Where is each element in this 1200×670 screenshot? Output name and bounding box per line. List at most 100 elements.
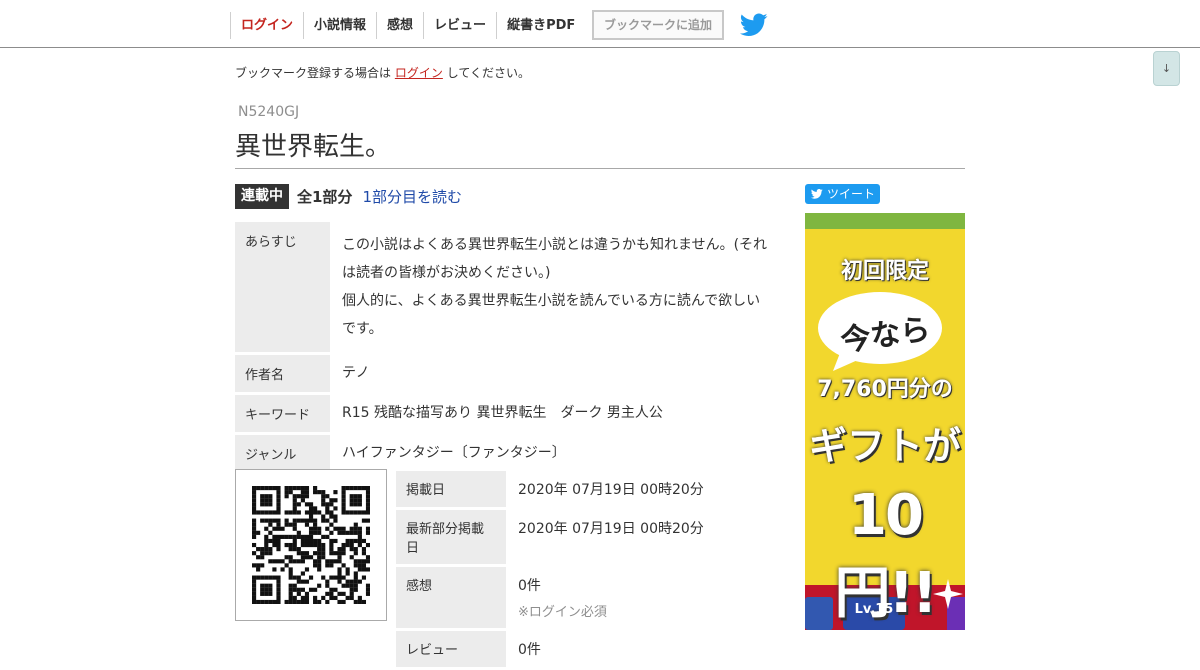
qr-module xyxy=(260,518,265,523)
qr-module xyxy=(353,571,358,576)
qr-module xyxy=(361,510,367,515)
qr-module xyxy=(337,526,342,531)
qr-module xyxy=(292,559,297,564)
review-count[interactable]: 0件 xyxy=(506,631,776,667)
read-first-part-link[interactable]: 1部分目を読む xyxy=(362,186,462,207)
qr-module xyxy=(252,563,257,568)
info-row-keywords: キーワード R15 残酷な描写あり 異世界転生 ダーク 男主人公 xyxy=(235,395,780,432)
qr-module xyxy=(365,494,370,499)
qr-module xyxy=(264,547,269,552)
title-divider xyxy=(235,168,965,169)
qr-module xyxy=(272,486,277,491)
qr-module xyxy=(321,514,326,519)
qr-module xyxy=(288,486,293,491)
qr-module xyxy=(288,547,293,552)
nav-login-link[interactable]: ログイン xyxy=(230,11,303,39)
qr-module xyxy=(337,547,342,552)
qr-module xyxy=(276,494,281,499)
qr-module xyxy=(264,510,269,515)
qr-module xyxy=(296,587,301,592)
qr-module xyxy=(264,498,269,503)
qr-module xyxy=(260,599,265,604)
top-navigation: ログイン 小説情報 感想 レビュー 縦書きPDF ブックマークに追加 xyxy=(0,0,1200,48)
qr-module xyxy=(333,526,338,531)
qr-module xyxy=(361,599,367,604)
qr-module xyxy=(325,559,330,564)
qr-module xyxy=(252,510,257,515)
qr-module xyxy=(337,599,342,604)
qr-module xyxy=(325,599,330,604)
qr-module xyxy=(357,494,362,499)
qr-module xyxy=(264,538,269,544)
qr-module xyxy=(304,518,310,523)
qr-module xyxy=(304,599,310,604)
qr-module xyxy=(341,506,346,511)
author-name[interactable]: テノ xyxy=(330,355,780,392)
synopsis-line: は読者の皆様がお決めください。) xyxy=(342,265,551,281)
tweet-button[interactable]: ツイート xyxy=(805,184,880,204)
nav-novel-info-link[interactable]: 小説情報 xyxy=(303,11,376,39)
qr-module xyxy=(333,595,338,601)
scroll-down-button[interactable]: ↓ xyxy=(1153,51,1180,86)
qr-module xyxy=(341,498,346,503)
qr-module xyxy=(317,583,322,588)
nav-review-link[interactable]: レビュー xyxy=(423,11,496,39)
info-row-author: 作者名 テノ xyxy=(235,355,780,392)
qr-module xyxy=(337,551,342,556)
qr-module xyxy=(296,510,301,515)
advertisement-banner[interactable]: 初回限定 今なら 7,760円分の ギフトが 10円!! Lv.15 xyxy=(805,213,965,630)
qr-module xyxy=(341,575,346,580)
qr-module xyxy=(276,542,281,548)
qr-module xyxy=(268,522,273,527)
qr-module xyxy=(333,587,338,592)
qr-module xyxy=(353,547,358,552)
impressions-count[interactable]: 0件 xyxy=(518,578,541,594)
qr-module xyxy=(268,538,273,544)
qr-module xyxy=(321,551,326,556)
qr-module xyxy=(276,534,281,539)
qr-module xyxy=(272,538,277,544)
qr-module xyxy=(300,534,305,539)
qr-module xyxy=(345,486,350,491)
qr-module xyxy=(260,510,265,515)
add-bookmark-button[interactable]: ブックマークに追加 xyxy=(592,10,724,40)
impressions-count-cell: 0件 ※ログイン必須 xyxy=(506,567,776,628)
twitter-icon[interactable] xyxy=(739,13,768,37)
qr-module xyxy=(292,526,297,531)
nav-impressions-link[interactable]: 感想 xyxy=(376,11,423,39)
qr-module xyxy=(268,530,273,535)
qr-module xyxy=(333,498,338,503)
qr-module xyxy=(292,583,297,588)
qr-module xyxy=(353,579,358,584)
qr-module xyxy=(308,587,314,592)
qr-module xyxy=(317,567,322,572)
qr-module xyxy=(276,526,281,531)
qr-module xyxy=(288,587,293,592)
qr-module xyxy=(365,526,370,531)
qr-module xyxy=(329,542,334,548)
qr-module xyxy=(308,518,314,523)
qr-module xyxy=(333,518,338,523)
qr-module xyxy=(349,530,354,535)
bookmark-note-login-link[interactable]: ログイン xyxy=(395,66,443,80)
qr-module xyxy=(268,486,273,491)
qr-module xyxy=(365,583,370,588)
qr-module xyxy=(252,518,257,523)
qr-module xyxy=(317,563,322,568)
qr-module xyxy=(272,567,277,572)
nav-vertical-pdf-link[interactable]: 縦書きPDF xyxy=(496,11,585,39)
qr-module xyxy=(313,518,318,523)
qr-module xyxy=(276,490,281,495)
qr-module xyxy=(353,530,358,535)
qr-module xyxy=(313,559,318,564)
qr-module xyxy=(272,510,277,515)
qr-module xyxy=(349,526,354,531)
qr-module xyxy=(268,551,273,556)
qr-module xyxy=(349,494,354,499)
qr-module xyxy=(284,542,289,548)
qr-module xyxy=(292,575,297,580)
qr-module xyxy=(361,547,367,552)
qr-module xyxy=(300,579,305,584)
qr-code-image xyxy=(252,486,370,604)
qr-module xyxy=(276,547,281,552)
